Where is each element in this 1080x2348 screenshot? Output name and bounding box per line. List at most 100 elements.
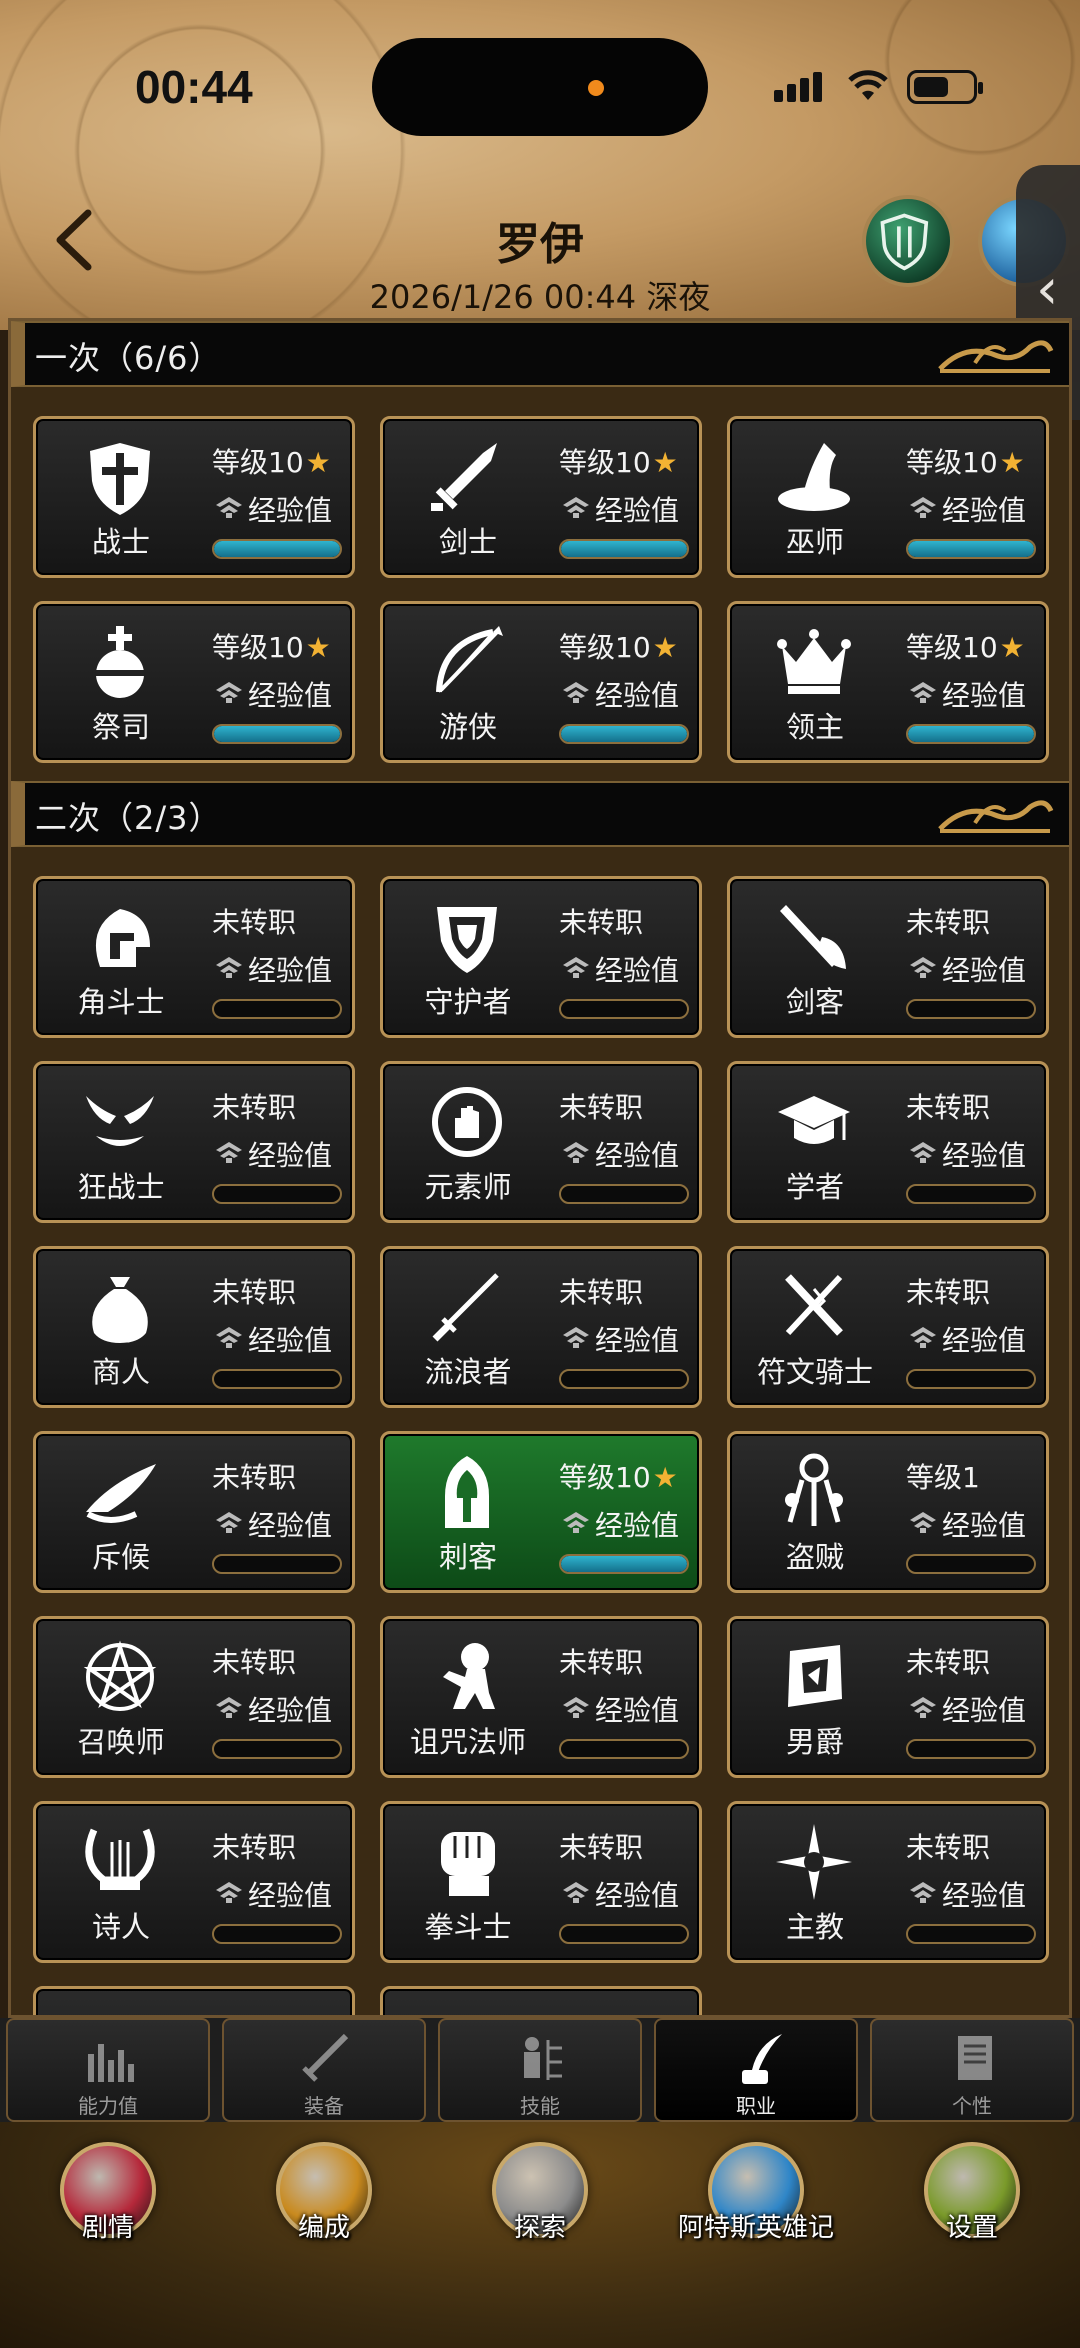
exp-progress-bar xyxy=(906,1554,1036,1574)
skill-tree-icon xyxy=(524,2037,562,2080)
job-level: 等级10★ xyxy=(906,441,1025,481)
tab-scroll[interactable]: 个性 xyxy=(870,2018,1074,2122)
section-label: 一次（6/6） xyxy=(35,339,222,377)
exp-progress-bar xyxy=(906,539,1036,559)
job-level-text: 等级10 xyxy=(906,631,998,664)
exp-label: 经验值 xyxy=(942,494,1027,527)
tab-label: 能力值 xyxy=(78,2094,138,2118)
job-card-berserker-mask[interactable]: 狂战士 未转职 经验值 xyxy=(33,1061,355,1223)
crown-icon xyxy=(777,629,851,694)
job-level-text: 未转职 xyxy=(559,906,644,939)
nav-label: 设置 xyxy=(945,2213,998,2243)
job-card-pentagram[interactable]: 召唤师 未转职 经验值 xyxy=(33,1616,355,1778)
job-name: 领主 xyxy=(785,710,844,744)
exp-progress-bar xyxy=(559,1924,689,1944)
exp-label: 经验值 xyxy=(248,1324,333,1357)
exp-progress-bar xyxy=(559,539,689,559)
job-level-text: 等级1 xyxy=(906,1461,980,1494)
hooded-assassin-icon xyxy=(445,1456,489,1528)
tab-label: 装备 xyxy=(304,2094,344,2118)
job-card-hooded-assassin[interactable]: 刺客 等级10★ 经验值 xyxy=(380,1431,702,1593)
scroll-icon xyxy=(958,2036,992,2080)
job-level-text: 未转职 xyxy=(906,1276,991,1309)
job-card-sword[interactable]: 剑士 等级10★ 经验值 xyxy=(380,416,702,578)
job-card-money-bag[interactable]: 商人 未转职 经验值 xyxy=(33,1246,355,1408)
exp-wing-icon xyxy=(563,497,589,518)
exp-wing-icon xyxy=(910,682,936,703)
exp-progress-bar xyxy=(559,1739,689,1759)
job-card-partial[interactable] xyxy=(33,1986,355,2015)
job-level-text: 未转职 xyxy=(906,906,991,939)
job-card-bow[interactable]: 游侠 等级10★ 经验值 xyxy=(380,601,702,763)
job-card-wizard-hat[interactable]: 巫师 等级10★ 经验值 xyxy=(727,416,1049,578)
exp-label: 经验值 xyxy=(942,1139,1027,1172)
star-icon: ★ xyxy=(652,631,678,664)
exp-label: 经验值 xyxy=(248,679,333,712)
job-level-text: 未转职 xyxy=(212,1276,297,1309)
guild-shield-button[interactable] xyxy=(862,195,954,287)
bishop-star-icon xyxy=(776,1824,852,1900)
exp-wing-icon xyxy=(910,1512,936,1533)
job-level: 未转职 xyxy=(559,1641,643,1681)
exp-progress-fill xyxy=(908,541,1034,557)
job-level: 等级10★ xyxy=(212,441,331,481)
exp-wing-icon xyxy=(216,682,242,703)
exp-progress-bar xyxy=(906,1739,1036,1759)
section-label: 二次（2/3） xyxy=(35,799,222,837)
gladiator-helmet-icon xyxy=(95,909,150,967)
tab-skill-tree[interactable]: 技能 xyxy=(438,2018,642,2122)
job-card-keys[interactable]: 盗贼 等级1 经验值 xyxy=(727,1431,1049,1593)
job-card-voodoo-doll[interactable]: 诅咒法师 未转职经验值 xyxy=(380,1616,702,1778)
job-card-elemental-hand[interactable]: 元素师 未转职 经验值 xyxy=(380,1061,702,1223)
job-name: 诅咒法师 xyxy=(409,1725,526,1759)
exp-wing-icon xyxy=(910,497,936,518)
job-card-bishop-star[interactable]: 主教 未转职 经验值 xyxy=(727,1801,1049,1963)
tab-quill-ink[interactable]: 职业 xyxy=(654,2018,858,2122)
exp-progress-bar xyxy=(906,724,1036,744)
exp-progress-bar xyxy=(212,1184,342,1204)
exp-progress-bar xyxy=(212,1369,342,1389)
job-name: 拳斗士 xyxy=(424,1910,512,1944)
job-card-feather-hat[interactable]: 斥候 未转职 经验值 xyxy=(33,1431,355,1593)
exp-label: 经验值 xyxy=(248,494,333,527)
job-card-baron-emblem[interactable]: 男爵 未转职 经验值 xyxy=(727,1616,1049,1778)
job-panel[interactable]: 一次（6/6） 二次（2/3） 战士 等级10★ 经验值 剑士 等级10★ 经验值 巫师 等级… xyxy=(8,318,1072,2018)
job-level-text: 未转职 xyxy=(559,1276,644,1309)
keys-icon xyxy=(785,1453,843,1526)
exp-wing-icon xyxy=(216,1142,242,1163)
exp-label: 经验值 xyxy=(595,1324,680,1357)
job-card-gladiator-helmet[interactable]: 角斗士 未转职 经验值 xyxy=(33,876,355,1038)
job-card-katana[interactable]: 流浪者 未转职 经验值 xyxy=(380,1246,702,1408)
tab-bar-chart[interactable]: 能力值 xyxy=(6,2018,210,2122)
star-icon: ★ xyxy=(652,446,678,479)
job-card-crown[interactable]: 领主 等级10★ 经验值 xyxy=(727,601,1049,763)
exp-progress-bar xyxy=(559,999,689,1019)
job-card-rune-sword[interactable]: 符文骑士 未转职 经验值 xyxy=(727,1246,1049,1408)
tab-sword-equip[interactable]: 装备 xyxy=(222,2018,426,2122)
job-card-orb-cross[interactable]: 祭司 等级10★ 经验值 xyxy=(33,601,355,763)
job-level: 未转职 xyxy=(906,901,990,941)
chevron-left-icon: ‹ xyxy=(1036,257,1059,322)
exp-wing-icon xyxy=(216,1512,242,1533)
job-card-partial[interactable] xyxy=(380,1986,702,2015)
job-card-graduation-cap[interactable]: 学者 未转职 经验值 xyxy=(727,1061,1049,1223)
job-level: 等级10★ xyxy=(559,626,678,666)
exp-label: 经验值 xyxy=(595,1694,680,1727)
job-level: 未转职 xyxy=(906,1271,990,1311)
exp-progress-bar xyxy=(212,1554,342,1574)
job-card-shield-cross[interactable]: 战士 等级10★ 经验值 xyxy=(33,416,355,578)
job-card-guardian-shield[interactable]: 守护者 未转职 经验值 xyxy=(380,876,702,1038)
exp-wing-icon xyxy=(910,1327,936,1348)
job-card-fist[interactable]: 拳斗士 未转职 经验值 xyxy=(380,1801,702,1963)
job-level: 等级1 xyxy=(906,1456,980,1496)
exp-label: 经验值 xyxy=(595,1139,680,1172)
exp-progress-fill xyxy=(214,541,340,557)
exp-wing-icon xyxy=(216,1697,242,1718)
star-icon: ★ xyxy=(652,1461,678,1494)
job-level: 等级10★ xyxy=(906,626,1025,666)
nav-label: 编成 xyxy=(297,2213,350,2243)
job-card-lyre[interactable]: 诗人 未转职 经验值 xyxy=(33,1801,355,1963)
tab-label: 技能 xyxy=(520,2094,560,2118)
exp-wing-icon xyxy=(910,1697,936,1718)
job-card-swordsman[interactable]: 剑客 未转职 经验值 xyxy=(727,876,1049,1038)
